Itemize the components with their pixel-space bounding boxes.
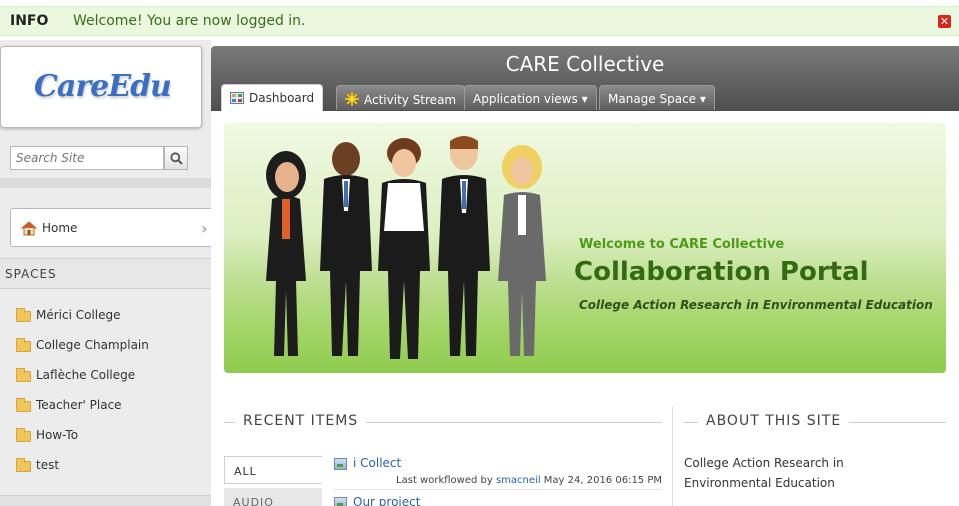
main-panel: CARE Collective Dashboard Activity Strea… — [211, 46, 959, 506]
banner-tagline: College Action Research in Environmental… — [579, 298, 933, 312]
info-label: INFO — [10, 13, 49, 29]
about-text: College Action Research in Environmental… — [684, 456, 844, 490]
sidebar-item-space[interactable]: Mérici College — [16, 307, 206, 325]
space-label: College Champlain — [36, 338, 149, 352]
sidebar-separator — [0, 178, 211, 188]
team-illustration — [266, 136, 546, 359]
home-icon — [21, 221, 37, 236]
folder-icon — [16, 398, 31, 412]
sidebar-item-space[interactable]: Laflèche College — [16, 367, 206, 385]
logo-text: CareEdu — [34, 69, 172, 104]
tab-activity-stream[interactable]: Activity Stream — [336, 85, 466, 110]
sidebar-item-space[interactable]: test — [16, 457, 206, 475]
sidebar-item-space[interactable]: Teacher' Place — [16, 397, 206, 415]
tab-label: Application views ▾ — [473, 92, 588, 106]
spaces-title: SPACES — [5, 267, 57, 281]
space-label: Teacher' Place — [36, 398, 122, 412]
space-title: CARE Collective — [505, 52, 665, 76]
divider — [334, 489, 662, 490]
column-divider — [672, 406, 673, 506]
search-button[interactable] — [164, 146, 188, 170]
space-label: Mérici College — [36, 308, 121, 322]
space-label: How-To — [36, 428, 79, 442]
search-icon — [170, 152, 183, 165]
about-title: ABOUT THIS SITE — [698, 413, 850, 429]
image-icon — [334, 458, 347, 470]
sidebar-item-home[interactable]: Home › — [10, 208, 211, 247]
folder-icon — [16, 458, 31, 472]
space-label: test — [36, 458, 60, 472]
recent-item-link[interactable]: Our project — [353, 495, 420, 506]
space-label: Laflèche College — [36, 368, 136, 382]
tab-manage-space[interactable]: Manage Space ▾ — [599, 85, 715, 110]
star-icon — [345, 92, 359, 106]
folder-icon — [16, 368, 31, 382]
welcome-banner: Welcome to CARE Collective Collaboration… — [224, 123, 946, 373]
close-icon[interactable]: ✕ — [938, 15, 951, 28]
space-header: CARE Collective Dashboard Activity Strea… — [211, 46, 959, 111]
tab-label: Dashboard — [249, 91, 315, 105]
search-input[interactable] — [10, 146, 164, 170]
tab-dashboard[interactable]: Dashboard — [221, 84, 324, 111]
filter-label: ALL — [234, 465, 257, 478]
page: INFO Welcome! You are now logged in. ✕ C… — [0, 0, 959, 506]
filter-tab-all[interactable]: ALL — [224, 456, 322, 484]
sidebar-item-space[interactable]: College Champlain — [16, 337, 206, 355]
image-icon — [334, 497, 347, 506]
tab-label: Manage Space ▾ — [608, 92, 706, 106]
banner-title: Collaboration Portal — [574, 257, 869, 287]
list-item: Our project — [334, 495, 662, 506]
dashboard-icon — [230, 92, 244, 104]
info-message: Welcome! You are now logged in. — [73, 13, 306, 29]
info-message-box: INFO Welcome! You are now logged in. ✕ — [0, 6, 959, 36]
sidebar-item-label: Home — [42, 221, 78, 235]
folder-icon — [16, 428, 31, 442]
sidebar: CareEdu Home › SPACES — [0, 40, 211, 506]
meta-date: May 24, 2016 06:15 PM — [543, 475, 662, 486]
sidebar-item-space[interactable]: How-To — [16, 427, 206, 445]
meta-prefix: Last workflowed by — [396, 475, 493, 486]
user-link[interactable]: smacneil — [496, 475, 541, 486]
sidebar-footer — [0, 495, 211, 506]
logo[interactable]: CareEdu — [0, 46, 202, 128]
search-box — [10, 146, 188, 170]
recent-items-title: RECENT ITEMS — [235, 413, 367, 429]
tab-application-views[interactable]: Application views ▾ — [464, 85, 597, 110]
filter-tab-audio[interactable]: AUDIO — [224, 488, 322, 506]
recent-item-meta: Last workflowed by smacneil May 24, 2016… — [396, 475, 662, 486]
tab-label: Activity Stream — [364, 93, 457, 107]
dashboard-content: Welcome to CARE Collective Collaboration… — [211, 111, 959, 506]
chevron-right-icon: › — [201, 219, 208, 238]
info-bar: INFO Welcome! You are now logged in. ✕ — [0, 0, 959, 40]
banner-welcome: Welcome to CARE Collective — [579, 237, 785, 252]
list-item: i Collect Last workflowed by smacneil Ma… — [334, 456, 662, 492]
filter-label: AUDIO — [233, 496, 274, 506]
folder-icon — [16, 338, 31, 352]
spaces-header: SPACES — [0, 258, 211, 289]
folder-icon — [16, 308, 31, 322]
recent-item-link[interactable]: i Collect — [353, 456, 401, 470]
